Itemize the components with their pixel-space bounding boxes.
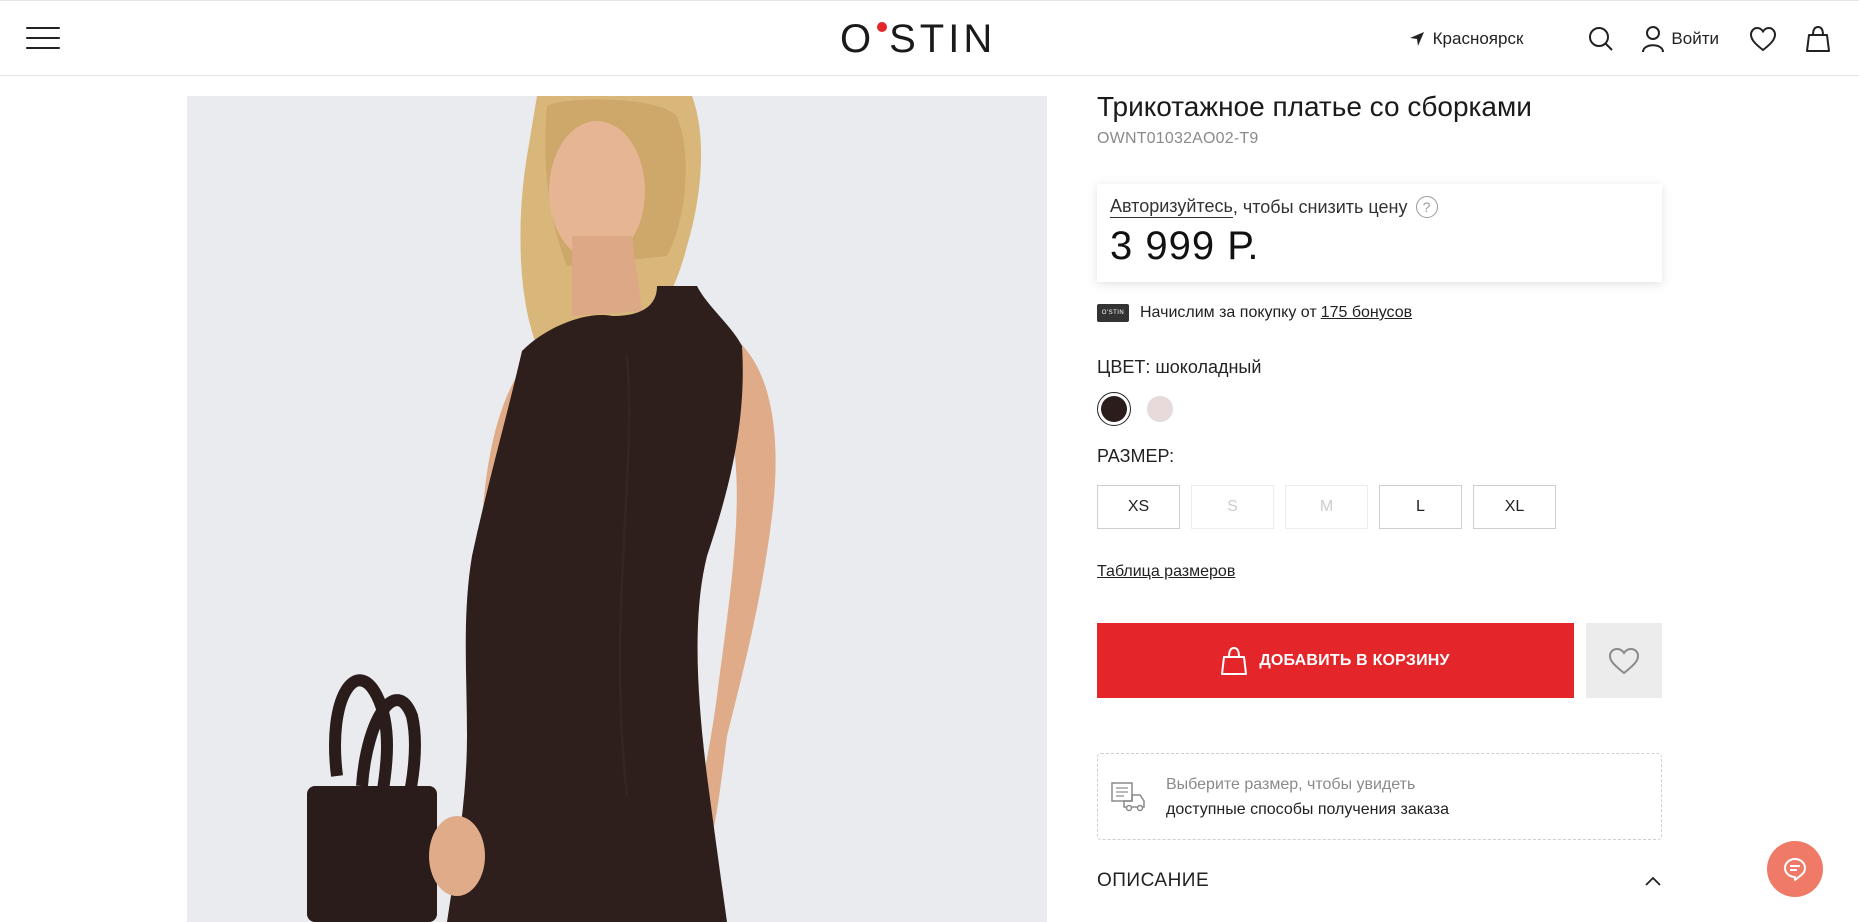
help-icon[interactable]: ? [1415,196,1438,218]
product-info: Трикотажное платье со сборками OWNT01032… [1097,92,1662,892]
size-table-link[interactable]: Таблица размеров [1097,563,1235,581]
bag-icon [1806,25,1830,52]
search-button[interactable] [1587,25,1615,53]
size-label: РАЗМЕР: [1097,446,1175,466]
bag-icon [1221,646,1248,675]
city-selector[interactable]: Красноярск [1409,29,1524,49]
bonus-text: Начислим за покупку от [1140,304,1317,321]
product-photo-illustration [187,96,1047,922]
purchase-actions: ДОБАВИТЬ В КОРЗИНУ [1097,623,1662,698]
product-title: Трикотажное платье со сборками [1097,91,1532,122]
color-label: ЦВЕТ: шоколадный [1097,357,1262,377]
user-icon [1642,26,1665,53]
add-to-cart-label: ДОБАВИТЬ В КОРЗИНУ [1259,651,1450,669]
logo-text-left: O [840,16,876,61]
size-option-l[interactable]: L [1379,485,1462,529]
header-actions: Красноярск Войти [1409,21,1831,57]
auth-prompt-suffix: , чтобы снизить цену [1232,196,1408,217]
color-swatches [1097,392,1662,426]
size-option-s[interactable]: S [1191,485,1274,529]
add-to-favorites-button[interactable] [1586,623,1662,698]
size-option-m[interactable]: M [1285,485,1368,529]
heart-icon [1608,647,1640,674]
delivery-line-1: Выберите размер, чтобы увидеть [1166,775,1416,793]
logo-text-right: STIN [889,16,997,61]
price-box: Авторизуйтесь , чтобы снизить цену ? 3 9… [1097,184,1662,282]
chat-icon [1784,858,1806,881]
search-icon [1589,27,1614,51]
auth-prompt: Авторизуйтесь , чтобы снизить цену ? [1110,196,1649,218]
delivery-text: Выберите размер, чтобы увидеть доступные… [1166,772,1449,822]
delivery-truck-icon [1111,781,1145,811]
bonus-info: O'STIN Начислим за покупку от 175 бонусо… [1097,304,1662,322]
delivery-info: Выберите размер, чтобы увидеть доступные… [1097,753,1662,840]
description-toggle[interactable]: ОПИСАНИЕ [1097,870,1662,892]
menu-icon[interactable] [26,27,60,51]
chat-button[interactable] [1767,841,1823,897]
auth-link[interactable]: Авторизуйтесь [1110,196,1233,218]
logo[interactable]: O STIN [840,16,997,61]
bonus-link[interactable]: 175 бонусов [1321,304,1412,322]
swatch-fill [1147,396,1173,422]
product-photo[interactable] [187,96,1047,922]
delivery-line-2: доступные способы получения заказа [1166,800,1450,818]
site-header: O STIN Красноярск Войти [0,0,1859,76]
size-options: XS S M L XL [1097,485,1662,529]
add-to-cart-button[interactable]: ДОБАВИТЬ В КОРЗИНУ [1097,623,1574,698]
city-label: Красноярск [1432,29,1524,48]
size-option-xl[interactable]: XL [1473,485,1556,529]
color-swatch-chocolate[interactable] [1097,392,1131,426]
favorites-button[interactable] [1749,26,1777,52]
color-swatch-pink[interactable] [1143,392,1177,426]
location-arrow-icon [1409,32,1424,46]
description-label: ОПИСАНИЕ [1097,870,1210,891]
chevron-up-icon [1645,876,1661,886]
logo-dot-icon [877,22,888,32]
product-price: 3 999 Р. [1110,224,1260,268]
login-label: Войти [1671,29,1719,48]
bonus-card-icon: O'STIN [1097,304,1129,322]
heart-icon [1749,26,1777,52]
size-option-xs[interactable]: XS [1097,485,1180,529]
product-sku: OWNT01032AO02-T9 [1097,130,1259,147]
cart-button[interactable] [1805,25,1831,53]
swatch-fill [1101,396,1127,422]
login-button[interactable]: Войти [1641,25,1719,53]
